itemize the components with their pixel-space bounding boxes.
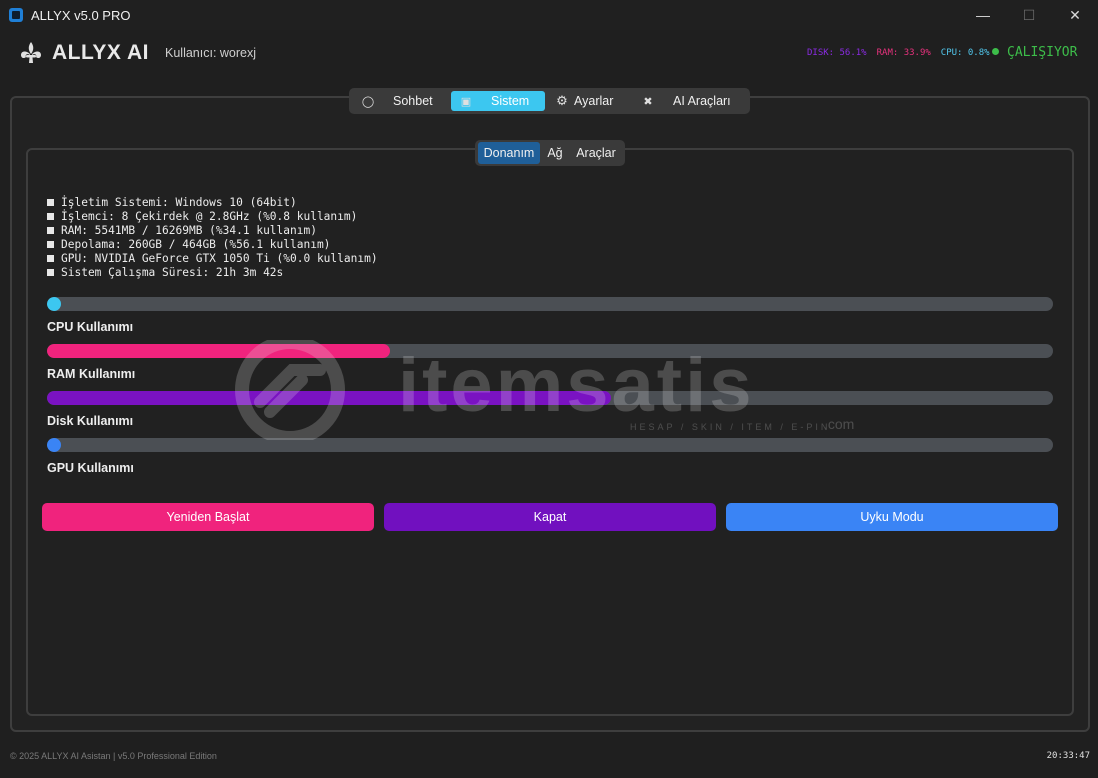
bullet-icon [47,227,54,234]
ram-usage-bar [47,344,1053,358]
monitor-icon: ▣ [460,95,472,108]
user-label: Kullanıcı: worexj [165,46,257,60]
fleur-de-lis-icon [21,42,41,63]
shutdown-button[interactable]: Kapat [384,503,716,531]
gear-icon: ⚙ [556,93,568,108]
footer-clock: 20:33:47 [1046,751,1090,761]
cpu-usage-fill [47,297,61,311]
cpu-stat: CPU: 0.8% [940,48,990,58]
disk-usage-label: Disk Kullanımı [47,414,134,428]
tab-chat[interactable]: ◯ Sohbet [353,91,451,111]
minimize-button[interactable]: — [960,0,1006,30]
gpu-usage-fill [47,438,61,452]
disk-usage-bar [47,391,1053,405]
app-icon [9,8,23,22]
footer-copyright: © 2025 ALLYX AI Asistan | v5.0 Professio… [10,751,217,761]
maximize-button[interactable]: ☐ [1006,0,1052,30]
sub-tab-bar: Donanım Ağ Araçlar [475,140,625,166]
tools-icon: ✖ [643,95,653,108]
info-line: Depolama: 260GB / 464GB (%56.1 kullanım) [47,238,378,252]
title-bar: ALLYX v5.0 PRO — ☐ ✕ [0,0,1098,30]
status-indicator: ÇALIŞIYOR [992,45,1077,60]
disk-stat: DISK: 56.1% [807,48,867,58]
close-icon: ✕ [1069,6,1081,23]
cpu-usage-label: CPU Kullanımı [47,320,134,334]
disk-usage-fill [47,391,612,405]
info-line: İşletim Sistemi: Windows 10 (64bit) [47,196,378,210]
bullet-icon [47,241,54,248]
app-header: ALLYX AI Kullanıcı: worexj DISK: 56.1% R… [0,30,1098,78]
gpu-usage-label: GPU Kullanımı [47,461,134,475]
ram-stat: RAM: 33.9% [876,48,931,58]
gpu-info: GPU: NVIDIA GeForce GTX 1050 Ti (%0.0 ku… [61,252,378,265]
info-line: İşlemci: 8 Çekirdek @ 2.8GHz (%0.8 kulla… [47,210,378,224]
storage-info: Depolama: 260GB / 464GB (%56.1 kullanım) [61,238,331,251]
ram-usage-label: RAM Kullanımı [47,367,136,381]
cpu-info: İşlemci: 8 Çekirdek @ 2.8GHz (%0.8 kulla… [61,210,358,223]
system-info: İşletim Sistemi: Windows 10 (64bit) İşle… [47,196,378,280]
tab-settings[interactable]: ⚙ Ayarlar [545,91,625,111]
status-text: ÇALIŞIYOR [1007,45,1078,60]
tab-system-label: Sistem [491,94,530,108]
app-name: ALLYX AI [52,41,149,64]
tab-tools[interactable]: Araçlar [570,142,622,164]
os-info: İşletim Sistemi: Windows 10 (64bit) [61,196,297,209]
bullet-icon [47,213,54,220]
bullet-icon [47,269,54,276]
tab-hardware[interactable]: Donanım [478,142,540,164]
window-title: ALLYX v5.0 PRO [31,7,131,23]
tab-system[interactable]: ▣ Sistem [451,91,545,111]
bullet-icon [47,255,54,262]
ram-usage-fill [47,344,391,358]
cpu-usage-bar [47,297,1053,311]
main-tab-bar: ◯ Sohbet ▣ Sistem ⚙ Ayarlar ✖ AI Araçlar… [349,88,750,114]
tab-ai-tools[interactable]: ✖ AI Araçları [625,91,747,111]
info-line: Sistem Çalışma Süresi: 21h 3m 42s [47,266,378,280]
restart-button[interactable]: Yeniden Başlat [42,503,374,531]
gpu-usage-bar [47,438,1053,452]
maximize-icon: ☐ [1022,6,1036,23]
info-line: GPU: NVIDIA GeForce GTX 1050 Ti (%0.0 ku… [47,252,378,266]
tab-ai-tools-label: AI Araçları [673,94,731,108]
app-window: ALLYX v5.0 PRO — ☐ ✕ ALLYX AI Kullanıcı:… [0,0,1098,778]
uptime-info: Sistem Çalışma Süresi: 21h 3m 42s [61,266,284,279]
tab-chat-label: Sohbet [393,94,433,108]
window-controls: — ☐ ✕ [960,0,1098,30]
chat-bubble-icon: ◯ [361,95,375,108]
minimize-icon: — [976,7,990,23]
close-button[interactable]: ✕ [1052,0,1098,30]
tab-settings-label: Ayarlar [574,94,614,108]
tab-network[interactable]: Ağ [540,142,570,164]
resource-stats: DISK: 56.1% RAM: 33.9% CPU: 0.8% [807,48,990,58]
bullet-icon [47,199,54,206]
sleep-button[interactable]: Uyku Modu [726,503,1058,531]
ram-info: RAM: 5541MB / 16269MB (%34.1 kullanım) [61,224,317,237]
info-line: RAM: 5541MB / 16269MB (%34.1 kullanım) [47,224,378,238]
status-dot-icon [992,48,999,55]
